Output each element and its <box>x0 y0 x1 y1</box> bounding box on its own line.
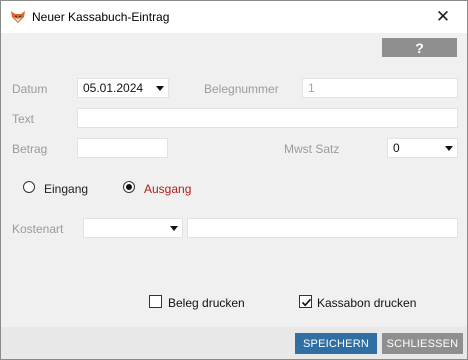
ausgang-radio[interactable] <box>123 181 135 193</box>
close-button[interactable]: SCHLIESSEN <box>382 333 463 354</box>
mwst-label: Mwst Satz <box>284 142 340 156</box>
betrag-label: Betrag <box>12 142 48 156</box>
eingang-radio[interactable] <box>23 181 35 193</box>
fox-icon <box>11 11 25 23</box>
save-button[interactable]: SPEICHERN <box>295 333 377 354</box>
eingang-label[interactable]: Eingang <box>44 182 88 196</box>
beleg-drucken-label[interactable]: Beleg drucken <box>168 296 245 310</box>
chevron-down-icon <box>170 226 178 231</box>
mwst-select[interactable]: 0 <box>387 138 458 158</box>
ausgang-label[interactable]: Ausgang <box>144 182 191 196</box>
chevron-down-icon <box>445 146 453 151</box>
beleg-drucken-checkbox[interactable] <box>149 295 162 308</box>
close-icon[interactable]: ✕ <box>431 5 455 29</box>
belegnummer-label: Belegnummer <box>204 82 279 96</box>
form-area: ? Datum 05.01.2024 Belegnummer 1 Text Be… <box>1 33 467 327</box>
mwst-value: 0 <box>393 141 400 155</box>
help-button[interactable]: ? <box>382 38 457 57</box>
datum-select[interactable]: 05.01.2024 <box>77 78 169 98</box>
kostenart-detail-field[interactable] <box>187 218 458 238</box>
chevron-down-icon <box>156 86 164 91</box>
datum-label: Datum <box>12 82 48 96</box>
footer-bar: SPEICHERN SCHLIESSEN <box>1 327 467 359</box>
text-label: Text <box>12 112 35 126</box>
belegnummer-field[interactable]: 1 <box>302 78 458 98</box>
window-title: Neuer Kassabuch-Eintrag <box>32 10 170 24</box>
datum-value: 05.01.2024 <box>83 81 144 95</box>
belegnummer-value: 1 <box>308 81 315 95</box>
title-bar: Neuer Kassabuch-Eintrag ✕ <box>1 1 467 33</box>
betrag-field[interactable] <box>77 138 168 158</box>
kostenart-select[interactable] <box>83 218 183 238</box>
kassabon-drucken-label[interactable]: Kassabon drucken <box>317 296 416 310</box>
kassabon-drucken-checkbox[interactable] <box>299 295 312 308</box>
text-field[interactable] <box>77 108 458 128</box>
checkmark-icon <box>301 298 312 307</box>
kostenart-label: Kostenart <box>12 222 64 236</box>
dialog-window: Neuer Kassabuch-Eintrag ✕ ? Datum 05.01.… <box>0 0 468 360</box>
